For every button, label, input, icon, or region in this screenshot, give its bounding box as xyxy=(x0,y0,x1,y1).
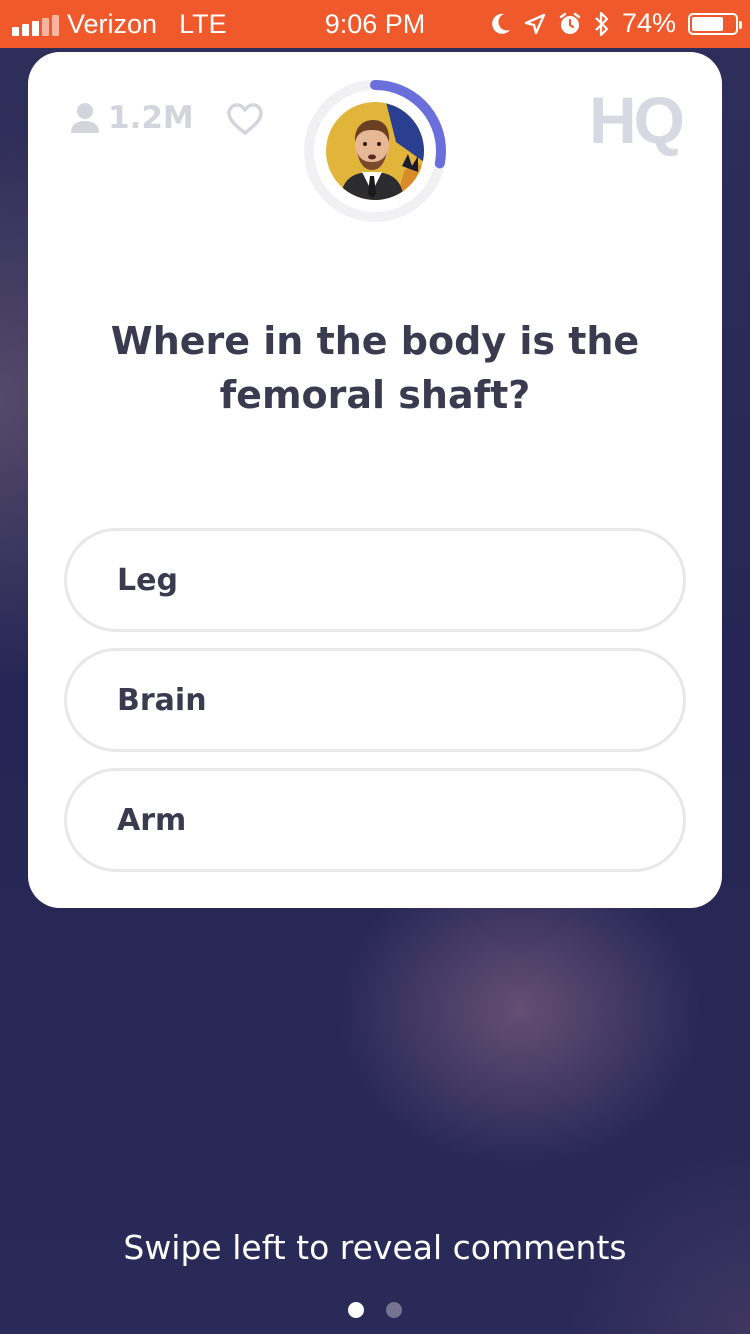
page-dot-inactive[interactable] xyxy=(386,1302,402,1318)
answer-label: Brain xyxy=(117,682,207,718)
host-portrait-image xyxy=(326,102,424,200)
answer-label: Leg xyxy=(117,562,178,598)
battery-level-fill xyxy=(692,16,723,31)
answer-option-3[interactable]: Arm xyxy=(64,768,686,872)
question-text: Where in the body is the femoral shaft? xyxy=(110,319,640,417)
host-avatar xyxy=(326,102,424,200)
person-icon xyxy=(71,103,99,133)
answer-option-1[interactable]: Leg xyxy=(64,528,686,632)
status-bar-right: 74% xyxy=(490,8,742,39)
status-bar: Verizon LTE 9:06 PM 74% xyxy=(0,0,750,48)
viewer-count-label: 1.2M xyxy=(108,100,194,136)
moon-icon xyxy=(492,13,510,34)
location-arrow-icon xyxy=(524,13,546,34)
swipe-hint: Swipe left to reveal comments xyxy=(123,1228,627,1267)
page-indicator[interactable] xyxy=(0,1302,750,1318)
answer-label: Arm xyxy=(117,802,187,838)
answer-option-2[interactable]: Brain xyxy=(64,648,686,752)
page-dot-active[interactable] xyxy=(348,1302,364,1318)
heart-icon[interactable] xyxy=(226,102,264,136)
question-card: 1.2M HQ Where in the body is the femoral… xyxy=(28,52,722,908)
viewer-count: 1.2M xyxy=(70,100,194,136)
battery-percent: 74% xyxy=(621,8,676,38)
alarm-clock-icon xyxy=(559,12,581,34)
hq-logo: HQ xyxy=(589,83,685,157)
battery-icon xyxy=(688,12,742,35)
bluetooth-icon xyxy=(595,11,609,36)
